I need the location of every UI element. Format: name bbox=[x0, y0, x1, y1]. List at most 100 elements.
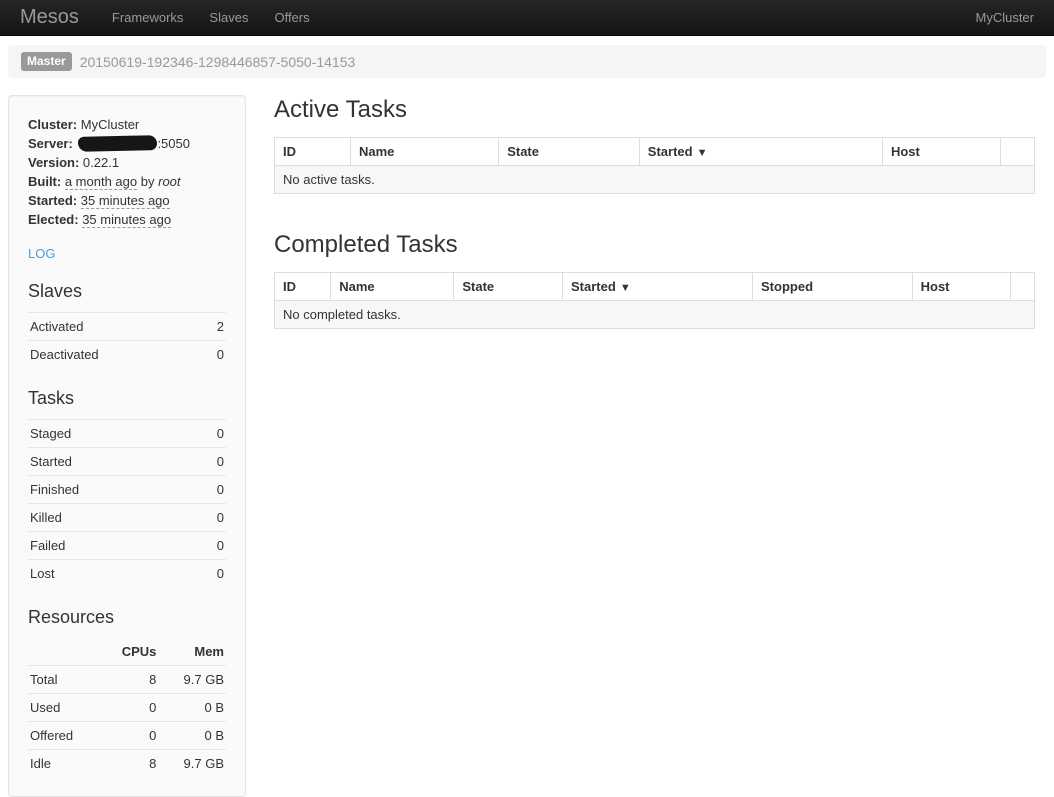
slaves-row-value: 0 bbox=[199, 341, 226, 369]
resources-header-cpus: CPUs bbox=[100, 638, 159, 666]
column-header-id[interactable]: ID bbox=[275, 138, 351, 166]
column-header-name[interactable]: Name bbox=[331, 273, 454, 301]
column-header-state[interactable]: State bbox=[499, 138, 640, 166]
column-header-started[interactable]: Started ▼ bbox=[639, 138, 882, 166]
active-tasks-section: Active Tasks ID Name State Started▼ Host bbox=[274, 95, 1035, 194]
resources-row-idle: Idle 8 9.7 GB bbox=[28, 750, 226, 778]
slaves-row-label: Activated bbox=[28, 313, 199, 341]
master-id: 20150619-192346-1298446857-5050-14153 bbox=[80, 54, 356, 70]
completed-tasks-empty-row: No completed tasks. bbox=[275, 301, 1035, 329]
resources-table: CPUs Mem Total 8 9.7 GB Used 0 0 B Offer… bbox=[28, 638, 226, 777]
completed-tasks-empty-message: No completed tasks. bbox=[275, 301, 1035, 329]
column-header-started-label: Started bbox=[571, 279, 616, 294]
started-info-line: Started: 35 minutes ago bbox=[28, 191, 226, 210]
tasks-row-value: 0 bbox=[191, 448, 226, 476]
column-header-state[interactable]: State bbox=[454, 273, 563, 301]
cluster-label: Cluster: bbox=[28, 117, 77, 132]
tasks-row-label: Staged bbox=[28, 420, 191, 448]
resources-row-total: Total 8 9.7 GB bbox=[28, 666, 226, 694]
nav-frameworks[interactable]: Frameworks bbox=[99, 0, 197, 35]
built-user: root bbox=[158, 174, 180, 189]
tasks-row-failed: Failed 0 bbox=[28, 532, 226, 560]
resources-row-mem: 9.7 GB bbox=[158, 750, 226, 778]
version-info-line: Version: 0.22.1 bbox=[28, 153, 226, 172]
version-value: 0.22.1 bbox=[83, 155, 119, 170]
active-tasks-empty-row: No active tasks. bbox=[275, 166, 1035, 194]
resources-heading: Resources bbox=[28, 604, 226, 630]
resources-row-cpus: 8 bbox=[100, 666, 159, 694]
navbar-cluster-name: MyCluster bbox=[975, 10, 1054, 25]
column-header-host[interactable]: Host bbox=[882, 138, 1000, 166]
resources-row-label: Offered bbox=[28, 722, 100, 750]
slaves-row-deactivated: Deactivated 0 bbox=[28, 341, 226, 369]
resources-row-label: Used bbox=[28, 694, 100, 722]
slaves-table: Activated 2 Deactivated 0 bbox=[28, 312, 226, 368]
nav-offers[interactable]: Offers bbox=[261, 0, 322, 35]
resources-header-row: CPUs Mem bbox=[28, 638, 226, 666]
tasks-row-started: Started 0 bbox=[28, 448, 226, 476]
resources-row-mem: 9.7 GB bbox=[158, 666, 226, 694]
tasks-row-label: Failed bbox=[28, 532, 191, 560]
elected-info-line: Elected: 35 minutes ago bbox=[28, 210, 226, 229]
elected-label: Elected: bbox=[28, 212, 79, 227]
resources-row-label: Total bbox=[28, 666, 100, 694]
tasks-row-value: 0 bbox=[191, 420, 226, 448]
started-time: 35 minutes ago bbox=[81, 193, 170, 209]
tasks-row-finished: Finished 0 bbox=[28, 476, 226, 504]
navbar-links: Frameworks Slaves Offers bbox=[99, 0, 323, 35]
sort-desc-icon: ▼ bbox=[697, 147, 708, 159]
tasks-row-value: 0 bbox=[191, 476, 226, 504]
column-header-started-label: Started bbox=[648, 144, 693, 159]
resources-row-label: Idle bbox=[28, 750, 100, 778]
cluster-value: MyCluster bbox=[81, 117, 140, 132]
tasks-row-value: 0 bbox=[191, 532, 226, 560]
resources-header-mem: Mem bbox=[158, 638, 226, 666]
content-layout: Cluster: MyCluster Server: :5050 Version… bbox=[0, 95, 1054, 797]
tasks-row-value: 0 bbox=[191, 504, 226, 532]
log-link[interactable]: LOG bbox=[28, 246, 55, 261]
resources-row-cpus: 0 bbox=[100, 722, 159, 750]
resources-row-used: Used 0 0 B bbox=[28, 694, 226, 722]
sidebar-panel: Cluster: MyCluster Server: :5050 Version… bbox=[8, 95, 246, 797]
slaves-row-activated: Activated 2 bbox=[28, 313, 226, 341]
column-header-name[interactable]: Name bbox=[351, 138, 499, 166]
built-time: a month ago bbox=[65, 174, 137, 190]
tasks-row-lost: Lost 0 bbox=[28, 560, 226, 588]
column-header-stopped[interactable]: Stopped bbox=[753, 273, 913, 301]
sort-desc-icon: ▼ bbox=[620, 282, 631, 294]
column-header-started[interactable]: Started ▼ bbox=[563, 273, 753, 301]
redacted-server-address bbox=[78, 135, 157, 152]
tasks-row-label: Started bbox=[28, 448, 191, 476]
completed-tasks-section: Completed Tasks ID Name State Started ▼ S… bbox=[274, 230, 1035, 329]
server-info-line: Server: :5050 bbox=[28, 134, 226, 153]
active-tasks-empty-message: No active tasks. bbox=[275, 166, 1035, 194]
active-tasks-header-row: ID Name State Started ▼ Host bbox=[275, 138, 1035, 166]
elected-time: 35 minutes ago bbox=[82, 212, 171, 228]
tasks-table: Staged 0 Started 0 Finished 0 Killed 0 F… bbox=[28, 419, 226, 587]
brand-mesos[interactable]: Mesos bbox=[0, 6, 99, 29]
tasks-row-label: Lost bbox=[28, 560, 191, 588]
resources-row-mem: 0 B bbox=[158, 722, 226, 750]
tasks-heading: Tasks bbox=[28, 385, 226, 411]
resources-row-offered: Offered 0 0 B bbox=[28, 722, 226, 750]
slaves-row-label: Deactivated bbox=[28, 341, 199, 369]
tasks-row-staged: Staged 0 bbox=[28, 420, 226, 448]
column-header-empty bbox=[1000, 138, 1034, 166]
column-header-empty bbox=[1010, 273, 1034, 301]
main-content: Active Tasks ID Name State Started▼ Host bbox=[274, 95, 1046, 331]
column-header-id[interactable]: ID bbox=[275, 273, 331, 301]
tasks-row-label: Finished bbox=[28, 476, 191, 504]
completed-tasks-title: Completed Tasks bbox=[274, 230, 1035, 260]
completed-tasks-table: ID Name State Started ▼ Stopped Host No c… bbox=[274, 272, 1035, 329]
completed-tasks-header-row: ID Name State Started ▼ Stopped Host bbox=[275, 273, 1035, 301]
nav-slaves[interactable]: Slaves bbox=[196, 0, 261, 35]
column-header-host[interactable]: Host bbox=[912, 273, 1010, 301]
slaves-row-value: 2 bbox=[199, 313, 226, 341]
cluster-info-line: Cluster: MyCluster bbox=[28, 115, 226, 134]
built-info-line: Built: a month ago by root bbox=[28, 172, 226, 191]
tasks-row-killed: Killed 0 bbox=[28, 504, 226, 532]
started-label: Started: bbox=[28, 193, 77, 208]
master-badge: Master bbox=[21, 52, 72, 71]
tasks-row-value: 0 bbox=[191, 560, 226, 588]
active-tasks-table: ID Name State Started ▼ Host No active ta… bbox=[274, 137, 1035, 194]
